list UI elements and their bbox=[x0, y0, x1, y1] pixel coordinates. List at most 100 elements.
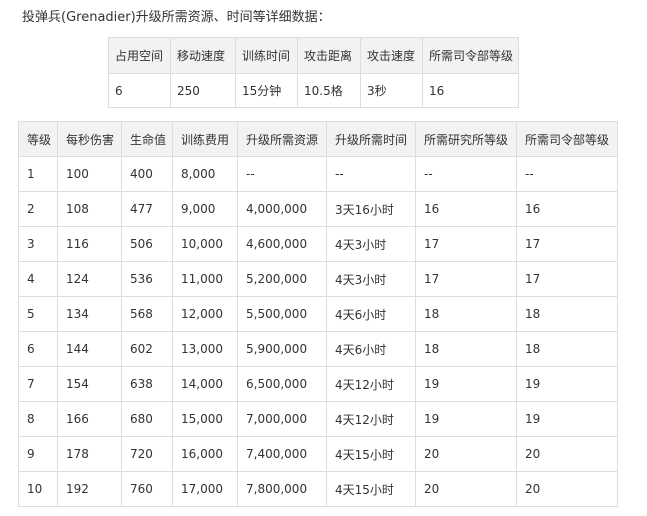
level-table-body: 1 100 400 8,000 -- -- -- -- 2 108 477 9,000 4,000,00… bbox=[18, 156, 618, 507]
table-cell: 100 bbox=[57, 156, 122, 192]
header-cell-train-time: 训练时间 bbox=[235, 37, 298, 74]
table-cell: 15分钟 bbox=[235, 73, 298, 108]
table-cell: 12,000 bbox=[172, 296, 238, 332]
table-cell: 13,000 bbox=[172, 331, 238, 367]
table-cell: 1 bbox=[18, 156, 58, 192]
table-header-row: 等级 每秒伤害 生命值 训练费用 升级所需资源 升级所需时间 所需研究所等级 所… bbox=[18, 121, 618, 157]
table-cell: 568 bbox=[121, 296, 173, 332]
table-cell: 17,000 bbox=[172, 471, 238, 507]
table-cell: 4天6小时 bbox=[326, 331, 416, 367]
table-cell: 10 bbox=[18, 471, 58, 507]
intro-heading: 投弹兵(Grenadier)升级所需资源、时间等详细数据： bbox=[22, 10, 331, 25]
table-cell: 17 bbox=[415, 261, 517, 297]
table-cell: 178 bbox=[57, 436, 122, 472]
header-cell-upgrade-time: 升级所需时间 bbox=[326, 121, 416, 157]
unit-stats-table: 占用空间 移动速度 训练时间 攻击距离 攻击速度 所需司令部等级 6 250 1… bbox=[108, 37, 519, 108]
table-cell: 4天12小时 bbox=[326, 401, 416, 437]
table-row: 7 154 638 14,000 6,500,000 4天12小时 19 19 bbox=[18, 366, 618, 402]
table-cell: 134 bbox=[57, 296, 122, 332]
table-cell: 6,500,000 bbox=[237, 366, 327, 402]
table-cell: 4天15小时 bbox=[326, 436, 416, 472]
table-cell: 3秒 bbox=[360, 73, 423, 108]
table-cell: 16,000 bbox=[172, 436, 238, 472]
table-cell: 16 bbox=[422, 73, 519, 108]
table-cell: -- bbox=[237, 156, 327, 192]
header-cell-hq-level: 所需司令部等级 bbox=[422, 37, 519, 74]
table-row: 2 108 477 9,000 4,000,000 3天16小时 16 16 bbox=[18, 191, 618, 227]
table-cell: 4天3小时 bbox=[326, 226, 416, 262]
level-upgrade-table: 等级 每秒伤害 生命值 训练费用 升级所需资源 升级所需时间 所需研究所等级 所… bbox=[18, 121, 618, 507]
table-cell: 638 bbox=[121, 366, 173, 402]
table-cell: 4天6小时 bbox=[326, 296, 416, 332]
table-cell: 19 bbox=[516, 366, 618, 402]
table-row: 5 134 568 12,000 5,500,000 4天6小时 18 18 bbox=[18, 296, 618, 332]
table-cell: 19 bbox=[516, 401, 618, 437]
table-cell: 4天12小时 bbox=[326, 366, 416, 402]
table-cell: 5,500,000 bbox=[237, 296, 327, 332]
table-cell: 108 bbox=[57, 191, 122, 227]
table-cell: 17 bbox=[415, 226, 517, 262]
table-cell: 11,000 bbox=[172, 261, 238, 297]
table-cell: -- bbox=[326, 156, 416, 192]
table-cell: 4天15小时 bbox=[326, 471, 416, 507]
table-cell: 20 bbox=[415, 471, 517, 507]
table-cell: 116 bbox=[57, 226, 122, 262]
table-row: 3 116 506 10,000 4,600,000 4天3小时 17 17 bbox=[18, 226, 618, 262]
header-cell-hp: 生命值 bbox=[121, 121, 173, 157]
table-cell: 2 bbox=[18, 191, 58, 227]
table-cell: 7,400,000 bbox=[237, 436, 327, 472]
table-cell: 192 bbox=[57, 471, 122, 507]
table-cell: -- bbox=[516, 156, 618, 192]
table-cell: 19 bbox=[415, 366, 517, 402]
table-cell: 7,800,000 bbox=[237, 471, 327, 507]
table-cell: 16 bbox=[415, 191, 517, 227]
table-cell: 6 bbox=[18, 331, 58, 367]
table-cell: 8,000 bbox=[172, 156, 238, 192]
table-cell: 144 bbox=[57, 331, 122, 367]
table-row: 6 250 15分钟 10.5格 3秒 16 bbox=[108, 73, 519, 108]
table-cell: 20 bbox=[415, 436, 517, 472]
header-cell-dps: 每秒伤害 bbox=[57, 121, 122, 157]
table-cell: 10,000 bbox=[172, 226, 238, 262]
table-cell: 14,000 bbox=[172, 366, 238, 402]
table-row: 9 178 720 16,000 7,400,000 4天15小时 20 20 bbox=[18, 436, 618, 472]
table-cell: 536 bbox=[121, 261, 173, 297]
table-cell: 154 bbox=[57, 366, 122, 402]
table-row: 6 144 602 13,000 5,900,000 4天6小时 18 18 bbox=[18, 331, 618, 367]
table-cell: 166 bbox=[57, 401, 122, 437]
table-cell: 5 bbox=[18, 296, 58, 332]
table-cell: 5,900,000 bbox=[237, 331, 327, 367]
table-cell: 17 bbox=[516, 261, 618, 297]
table-header-row: 占用空间 移动速度 训练时间 攻击距离 攻击速度 所需司令部等级 bbox=[108, 37, 519, 74]
table-cell: 18 bbox=[516, 331, 618, 367]
table-cell: 18 bbox=[516, 296, 618, 332]
table-cell: 20 bbox=[516, 436, 618, 472]
table-cell: 602 bbox=[121, 331, 173, 367]
table-cell: 8 bbox=[18, 401, 58, 437]
header-cell-upgrade-cost: 升级所需资源 bbox=[237, 121, 327, 157]
table-cell: 10.5格 bbox=[297, 73, 361, 108]
header-cell-level: 等级 bbox=[18, 121, 58, 157]
table-cell: 3 bbox=[18, 226, 58, 262]
table-cell: 680 bbox=[121, 401, 173, 437]
header-cell-space: 占用空间 bbox=[108, 37, 171, 74]
table-cell: 250 bbox=[170, 73, 236, 108]
table-cell: 720 bbox=[121, 436, 173, 472]
table-cell: 3天16小时 bbox=[326, 191, 416, 227]
table-cell: 5,200,000 bbox=[237, 261, 327, 297]
header-cell-attack-speed: 攻击速度 bbox=[360, 37, 423, 74]
table-cell: 477 bbox=[121, 191, 173, 227]
table-cell: 124 bbox=[57, 261, 122, 297]
table-cell: 19 bbox=[415, 401, 517, 437]
table-row: 10 192 760 17,000 7,800,000 4天15小时 20 20 bbox=[18, 471, 618, 507]
table-cell: 4,000,000 bbox=[237, 191, 327, 227]
table-cell: 15,000 bbox=[172, 401, 238, 437]
table-cell: 9,000 bbox=[172, 191, 238, 227]
table-cell: 18 bbox=[415, 296, 517, 332]
table-cell: 20 bbox=[516, 471, 618, 507]
table-cell: 4 bbox=[18, 261, 58, 297]
header-cell-range: 攻击距离 bbox=[297, 37, 361, 74]
table-cell: 506 bbox=[121, 226, 173, 262]
table-row: 4 124 536 11,000 5,200,000 4天3小时 17 17 bbox=[18, 261, 618, 297]
table-cell: 7,000,000 bbox=[237, 401, 327, 437]
